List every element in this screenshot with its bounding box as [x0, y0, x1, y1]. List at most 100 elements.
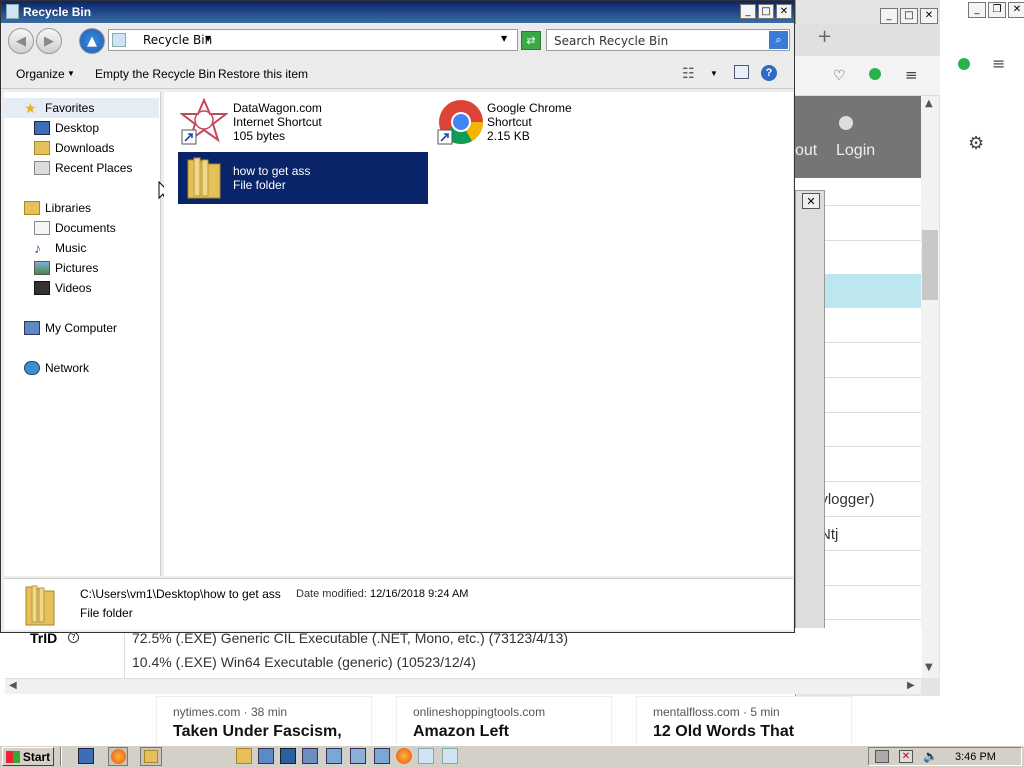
nav-videos[interactable]: Videos — [4, 278, 159, 298]
scroll-down-icon[interactable]: ▼ — [925, 662, 933, 673]
horizontal-scrollbar[interactable]: ◀ ▶ — [5, 678, 921, 694]
chevron-down-icon[interactable]: ▼ — [67, 69, 75, 78]
nav-pictures[interactable]: Pictures — [4, 258, 159, 278]
star-icon: ★ — [24, 100, 37, 116]
refresh-icon[interactable]: ⇄ — [521, 31, 541, 50]
file-item[interactable]: Google Chrome Shortcut 2.15 KB — [434, 96, 684, 148]
nav-about[interactable]: out — [795, 142, 817, 160]
nav-my-computer[interactable]: My Computer — [4, 318, 159, 338]
organize-button[interactable]: Organize — [16, 67, 65, 81]
window-title: Recycle Bin — [23, 5, 92, 19]
internet-shortcut-icon — [180, 98, 228, 145]
app-icon[interactable] — [326, 748, 342, 764]
nav-documents[interactable]: Documents — [4, 218, 159, 238]
scroll-up-icon[interactable]: ▲ — [925, 98, 933, 109]
nav-recent-places[interactable]: Recent Places — [4, 158, 159, 178]
taskbar-firefox-button[interactable] — [108, 747, 128, 766]
clock[interactable]: 3:46 PM — [955, 751, 996, 763]
close-button[interactable]: ✕ — [1008, 2, 1024, 18]
search-input[interactable]: Search Recycle Bin — [554, 34, 668, 48]
news-card[interactable]: nytimes.com · 38 min Taken Under Fascism… — [156, 696, 372, 746]
app-icon[interactable] — [302, 748, 318, 764]
file-item[interactable]: DataWagon.com Internet Shortcut 105 byte… — [178, 96, 428, 148]
network-tray-icon[interactable] — [875, 750, 889, 763]
nav-login[interactable]: Login — [836, 142, 875, 160]
help-icon[interactable]: ? — [68, 632, 79, 643]
music-icon: ♪ — [34, 240, 41, 256]
card-title: Taken Under Fascism, — [173, 723, 342, 740]
new-tab-icon[interactable]: + — [817, 26, 832, 47]
minimize-button[interactable]: _ — [740, 4, 756, 19]
close-button[interactable]: ✕ — [776, 4, 792, 19]
restore-button[interactable]: ❐ — [988, 2, 1006, 18]
menu-icon[interactable]: ≡ — [992, 54, 1005, 73]
taskbar-explorer-button[interactable] — [140, 747, 162, 766]
recycle-bin-icon[interactable] — [418, 748, 434, 764]
maximize-button[interactable]: □ — [758, 4, 774, 19]
app-icon[interactable] — [374, 748, 390, 764]
app-icon[interactable] — [280, 748, 296, 764]
user-icon[interactable] — [839, 116, 853, 130]
app-icon[interactable] — [350, 748, 366, 764]
pictures-icon — [34, 261, 50, 275]
app-icon[interactable] — [258, 748, 274, 764]
divider — [124, 628, 125, 678]
back-button[interactable]: ◀ — [8, 28, 34, 54]
forward-button[interactable]: ▶ — [36, 28, 62, 54]
vertical-scrollbar[interactable]: ▲ ▼ — [921, 96, 939, 678]
pocket-icon[interactable]: ♡ — [833, 68, 846, 84]
maximize-button[interactable]: □ — [900, 8, 918, 24]
view-options-icon[interactable]: ☷ — [682, 65, 695, 82]
scrollbar-thumb[interactable] — [922, 230, 938, 300]
nav-label: Videos — [55, 281, 92, 295]
gear-icon[interactable]: ⚙ — [968, 133, 984, 154]
news-card[interactable]: mentalfloss.com · 5 min 12 Old Words Tha… — [636, 696, 852, 746]
firefox-icon[interactable] — [396, 748, 412, 764]
up-button[interactable]: ▲ — [79, 28, 105, 54]
nav-music[interactable]: ♪ Music — [4, 238, 159, 258]
file-item-selected[interactable]: how to get ass File folder — [178, 152, 428, 204]
card-title: 12 Old Words That — [653, 723, 795, 740]
nav-network[interactable]: Network — [4, 358, 159, 378]
card-source: onlineshoppingtools.com — [413, 705, 546, 719]
nav-libraries[interactable]: Libraries — [4, 198, 159, 218]
browser-tabbar: + — [795, 24, 940, 56]
command-bar: Organize ▼ Empty the Recycle Bin Restore… — [1, 59, 794, 89]
card-title: Amazon Left — [413, 723, 509, 740]
search-box[interactable]: Search Recycle Bin ⌕ — [546, 29, 790, 51]
preview-pane-icon[interactable] — [734, 65, 749, 79]
minimize-button[interactable]: _ — [880, 8, 898, 24]
menu-icon[interactable]: ≡ — [905, 66, 918, 84]
nav-label: Music — [55, 241, 87, 255]
nav-favorites[interactable]: ★ Favorites — [4, 98, 159, 118]
start-button[interactable]: Start — [2, 747, 54, 766]
recycle-bin-icon[interactable] — [442, 748, 458, 764]
explorer-titlebar[interactable]: Recycle Bin _ □ ✕ — [1, 1, 794, 23]
close-button[interactable]: ✕ — [920, 8, 938, 24]
search-icon[interactable]: ⌕ — [769, 31, 788, 49]
breadcrumb[interactable]: Recycle Bin — [143, 33, 212, 47]
browser-window-controls: _ □ ✕ — [880, 8, 938, 24]
restore-item-button[interactable]: Restore this item — [218, 67, 308, 81]
folder-icon[interactable] — [236, 748, 252, 764]
chevron-down-icon[interactable]: ▼ — [710, 69, 718, 78]
security-alert-icon[interactable]: ✕ — [899, 750, 913, 763]
details-modified-value: 12/16/2018 9:24 AM — [370, 588, 469, 600]
file-size: 2.15 KB — [487, 129, 530, 143]
show-desktop-icon[interactable] — [78, 748, 94, 764]
empty-recycle-bin-button[interactable]: Empty the Recycle Bin — [95, 67, 216, 81]
scroll-right-icon[interactable]: ▶ — [907, 680, 915, 691]
extension-icon[interactable] — [958, 58, 970, 70]
news-card[interactable]: onlineshoppingtools.com Amazon Left — [396, 696, 612, 746]
nav-desktop[interactable]: Desktop — [4, 118, 159, 138]
scroll-left-icon[interactable]: ◀ — [9, 680, 17, 691]
volume-icon[interactable]: 🔈 — [923, 749, 938, 763]
nav-downloads[interactable]: Downloads — [4, 138, 159, 158]
chevron-down-icon[interactable]: ▼ — [205, 34, 211, 43]
help-icon[interactable]: ? — [761, 65, 777, 81]
dialog-close-button[interactable]: ✕ — [802, 193, 820, 209]
address-dropdown-icon[interactable]: ▼ — [501, 34, 507, 43]
extension-icon[interactable] — [869, 68, 881, 80]
address-bar[interactable]: Recycle Bin ▼ ▼ — [108, 29, 518, 51]
minimize-button[interactable]: _ — [968, 2, 986, 18]
